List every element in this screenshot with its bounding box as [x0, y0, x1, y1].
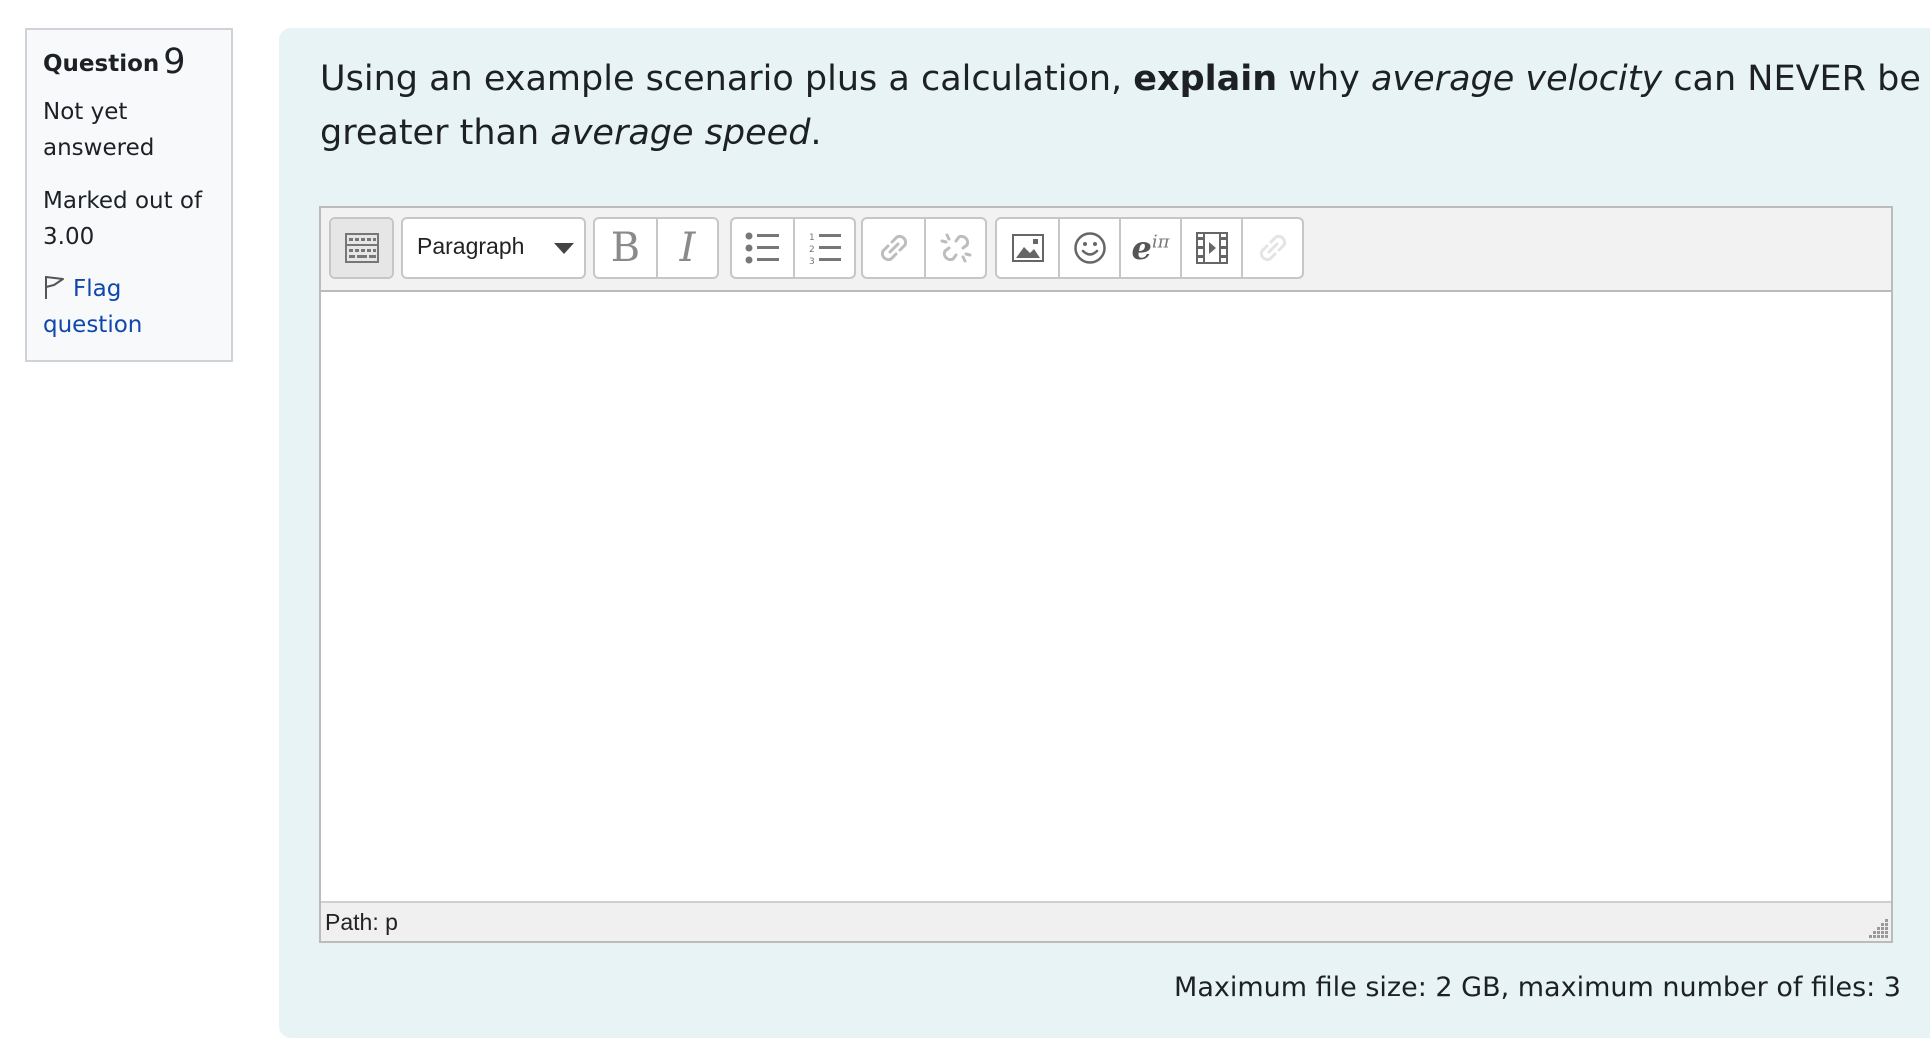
- italic-button[interactable]: I: [656, 219, 717, 277]
- question-state: Not yet answered: [43, 99, 155, 161]
- chevron-down-icon: [554, 243, 574, 254]
- question-text-italic: average speed: [550, 113, 811, 153]
- unordered-list-icon: [745, 232, 779, 264]
- emoji-icon: [1073, 232, 1106, 264]
- question-content-panel: Using an example scenario plus a calcula…: [279, 28, 1930, 1038]
- link-button[interactable]: [863, 219, 924, 277]
- insert-equation-button[interactable]: eiπ: [1119, 219, 1180, 277]
- bold-button[interactable]: B: [595, 219, 656, 277]
- toolbar-group-collapse: [329, 217, 394, 279]
- toolbar-group-style: B I: [593, 217, 719, 279]
- question-number-value: 9: [163, 42, 186, 82]
- ordered-list-icon: 1 2 3: [809, 233, 841, 265]
- unlink-button[interactable]: [924, 219, 985, 277]
- insert-emoji-button[interactable]: [1058, 219, 1119, 277]
- editor-path: Path: p: [325, 909, 398, 935]
- manage-files-button[interactable]: [1241, 219, 1302, 277]
- svg-text:1: 1: [809, 233, 815, 243]
- question-label: Question: [43, 51, 160, 77]
- svg-text:2: 2: [809, 245, 815, 255]
- flag-icon: [45, 276, 64, 299]
- paragraph-style-select[interactable]: Paragraph: [401, 217, 586, 279]
- answer-editor: Paragraph B I 1 2 3 eiπ Path: p: [319, 206, 1893, 943]
- editor-toolbar: Paragraph B I 1 2 3 eiπ: [321, 208, 1891, 292]
- question-info-box: Question 9 Not yet answered Marked out of…: [25, 28, 233, 362]
- file-limits-text: Maximum file size: 2 GB, maximum number …: [1174, 972, 1901, 1003]
- equation-icon: eiπ: [1131, 229, 1170, 267]
- image-icon: [1011, 234, 1044, 262]
- question-text-bold: explain: [1133, 59, 1278, 99]
- media-icon: [1195, 232, 1228, 264]
- manage-files-icon: [1259, 234, 1286, 262]
- link-icon: [880, 234, 907, 262]
- ordered-list-button[interactable]: 1 2 3: [793, 219, 854, 277]
- show-more-buttons-icon: [344, 233, 379, 263]
- question-grade: Marked out of 3.00: [43, 188, 203, 250]
- unordered-list-button[interactable]: [732, 219, 793, 277]
- toolbar-group-lists: 1 2 3: [730, 217, 856, 279]
- insert-media-button[interactable]: [1180, 219, 1241, 277]
- toolbar-group-links: [861, 217, 987, 279]
- question-text-part: why: [1277, 59, 1371, 99]
- question-text-part: Using an example scenario plus a calcula…: [320, 59, 1134, 99]
- bold-icon: B: [610, 225, 641, 271]
- question-text: Using an example scenario plus a calcula…: [320, 52, 1930, 160]
- unlink-icon: [940, 233, 971, 263]
- svg-text:3: 3: [809, 257, 815, 265]
- resize-handle-icon[interactable]: [1867, 917, 1889, 939]
- paragraph-style-value: Paragraph: [417, 233, 525, 259]
- editor-content-area[interactable]: [321, 292, 1891, 901]
- question-number: Question 9: [43, 44, 215, 82]
- question-text-italic: average velocity: [1370, 59, 1663, 99]
- flag-question-link[interactable]: Flag question: [43, 271, 215, 343]
- editor-path-bar: Path: p: [321, 901, 1891, 941]
- italic-icon: I: [679, 225, 696, 271]
- toolbar-group-insert: eiπ: [995, 217, 1304, 279]
- insert-image-button[interactable]: [997, 219, 1058, 277]
- show-more-buttons[interactable]: [331, 219, 392, 277]
- question-text-part: .: [810, 113, 822, 153]
